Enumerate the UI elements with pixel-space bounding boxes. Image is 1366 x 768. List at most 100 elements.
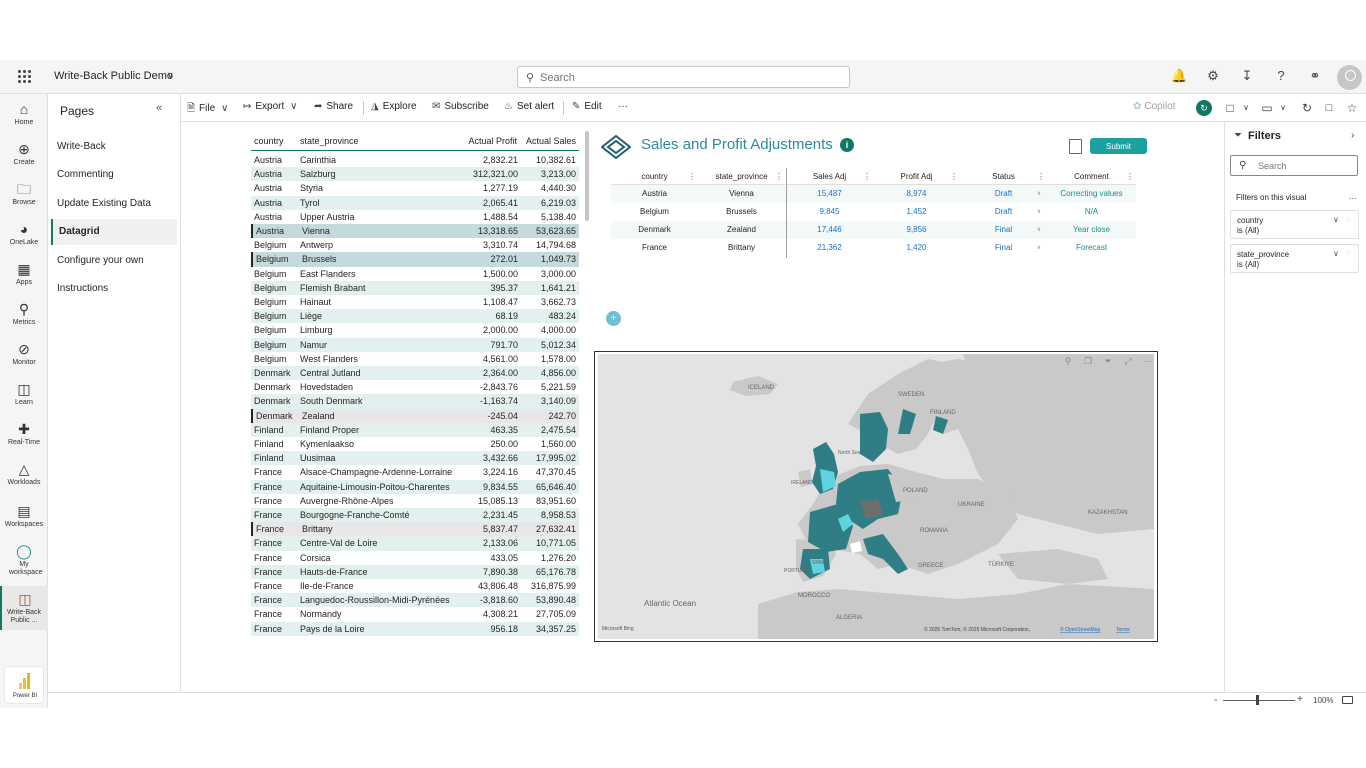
- more-options-icon[interactable]: ...: [1349, 191, 1357, 201]
- column-header-profit-adj[interactable]: Profit Adj ⋮: [873, 168, 960, 185]
- table-row[interactable]: France Bourgogne-Franche-Comté 2,231.45 8,9…: [251, 508, 579, 523]
- table-row[interactable]: Denmark South Denmark -1,163.74 3,140.09: [251, 394, 579, 409]
- rail-item-apps[interactable]: ▦ Apps: [0, 260, 48, 287]
- rail-item-onelake[interactable]: ◕ OneLake: [0, 220, 48, 247]
- table-row[interactable]: France Brittany 5,837.47 27,632.41: [251, 522, 579, 537]
- table-row[interactable]: Finland Kymenlaakso 250.00 1,560.00: [251, 437, 579, 451]
- column-header-state-province[interactable]: state_province: [300, 136, 359, 146]
- table-row[interactable]: Austria Styria 1,277.19 4,440.30: [251, 181, 579, 195]
- table-row[interactable]: France Ile-de-France 43,806.48 316,875.99: [251, 579, 579, 593]
- table-row[interactable]: Belgium Liège 68.19 483.24: [251, 309, 579, 324]
- table-row[interactable]: France Hauts-de-France 7,890.38 65,176.78: [251, 564, 579, 579]
- report-title[interactable]: Write-Back Public Demo: [54, 70, 173, 82]
- collapse-filters-icon[interactable]: ›: [1351, 130, 1354, 141]
- table-row[interactable]: France Alsace-Champagne-Ardenne-Lorraine 3…: [251, 465, 579, 479]
- search-input[interactable]: [540, 70, 840, 85]
- table-row[interactable]: France Pays de la Loire 956.18 34,357.25: [251, 621, 579, 636]
- info-icon[interactable]: i: [840, 138, 854, 152]
- table-row[interactable]: Finland Finland Proper 463.35 2,475.54: [251, 422, 579, 437]
- page-tab-datagrid[interactable]: Datagrid: [51, 219, 177, 245]
- table-row[interactable]: Austria Carinthia 2,832.21 10,382.61: [251, 153, 579, 167]
- export-menu[interactable]: ↦ Export ∨: [243, 101, 301, 112]
- rail-item-create[interactable]: ⊕ Create: [0, 140, 48, 167]
- settings-icon[interactable]: ⚙: [1205, 68, 1221, 84]
- chevron-down-icon[interactable]: ∨: [167, 70, 174, 81]
- copilot-button[interactable]: ✿ Copilot: [1133, 101, 1176, 112]
- table-row[interactable]: Denmark Zealand -245.04 242.70: [251, 408, 579, 423]
- cell-sales-adj[interactable]: 21,362: [786, 239, 873, 257]
- help-icon[interactable]: ?: [1273, 68, 1289, 84]
- table-scrollbar[interactable]: [585, 131, 589, 221]
- more-options-icon[interactable]: ⋯: [1142, 355, 1154, 367]
- rail-item-real-time[interactable]: ✚ Real-Time: [0, 420, 48, 447]
- filter-search[interactable]: ⚲: [1230, 155, 1358, 176]
- page-tab-commenting[interactable]: Commenting: [51, 162, 177, 188]
- page-tab-instructions[interactable]: Instructions: [51, 276, 177, 302]
- sales-data-table[interactable]: country state_province Actual Profit Act…: [251, 131, 579, 637]
- chevron-down-icon[interactable]: ∨: [1333, 215, 1339, 224]
- table-row[interactable]: Denmark Hovedstaden -2,843.76 5,221.59: [251, 380, 579, 394]
- table-row[interactable]: Austria Vienna 13,318.65 53,623.65: [251, 224, 579, 239]
- eraser-icon[interactable]: ♢: [1345, 249, 1352, 258]
- column-header-comment[interactable]: Comment ⋮: [1047, 168, 1136, 185]
- add-row-button[interactable]: +: [606, 311, 621, 326]
- column-menu-icon[interactable]: ⋮: [950, 168, 958, 185]
- rail-item-browse[interactable]: 🗀 Browse: [0, 180, 48, 207]
- cell-status[interactable]: Final ∨: [960, 221, 1047, 239]
- table-row[interactable]: France Normandy 4,308.21 27,705.09: [251, 607, 579, 621]
- bell-icon[interactable]: 🔔: [1171, 68, 1187, 84]
- zoom-out-button[interactable]: -: [1214, 695, 1217, 706]
- adjustments-table[interactable]: country ⋮ state_province ⋮ Sales Adj ⋮ Prof…: [611, 168, 1136, 258]
- refresh-icon[interactable]: ↻: [1196, 100, 1212, 116]
- table-row[interactable]: France Aquitaine-Limousin-Poitou-Charente…: [251, 479, 579, 494]
- table-row[interactable]: France Corsica 433.05 1,276.20: [251, 551, 579, 565]
- cell-status[interactable]: Final ∨: [960, 239, 1047, 257]
- zoom-slider-thumb[interactable]: [1256, 695, 1259, 705]
- filter-card-state-province[interactable]: state_province is (All) ∨ ♢: [1230, 244, 1359, 273]
- filter-search-input[interactable]: [1258, 160, 1353, 172]
- power-bi-logo[interactable]: Power BI: [4, 666, 44, 704]
- table-row[interactable]: Austria Tyrol 2,065.41 6,219.03: [251, 195, 579, 210]
- column-header-actual-profit[interactable]: Actual Profit: [468, 136, 517, 146]
- table-row[interactable]: France Languedoc-Roussillon-Midi-Pyrénées…: [251, 593, 579, 608]
- openstreetmap-link[interactable]: © OpenStreetMap: [1060, 626, 1101, 633]
- column-header-status[interactable]: Status ⋮: [960, 168, 1047, 185]
- page-tab-update-existing-data[interactable]: Update Existing Data: [51, 191, 177, 217]
- submit-button[interactable]: Submit: [1090, 138, 1147, 154]
- status-dropdown-icon[interactable]: ∨: [1037, 239, 1041, 257]
- table-row[interactable]: France Centre-Val de Loire 2,133.06 10,771.…: [251, 536, 579, 551]
- rail-item-monitor[interactable]: ⊘ Monitor: [0, 340, 48, 367]
- focus-mode-icon[interactable]: ⤢: [1122, 355, 1134, 367]
- app-launcher-icon[interactable]: [18, 70, 31, 83]
- filter-icon[interactable]: ⏷: [1102, 355, 1114, 367]
- table-row[interactable]: Belgium Namur 791.70 5,012.34: [251, 337, 579, 352]
- collapse-icon[interactable]: «: [156, 102, 162, 114]
- column-header-actual-sales[interactable]: Actual Sales: [526, 136, 576, 146]
- download-icon[interactable]: ↧: [1239, 68, 1255, 84]
- subscribe-button[interactable]: ✉ Subscribe: [432, 101, 489, 112]
- column-menu-icon[interactable]: ⋮: [1126, 168, 1134, 185]
- column-header-state-province[interactable]: state_province ⋮: [698, 168, 785, 185]
- table-row[interactable]: France Auvergne-Rhône-Alpes 15,085.13 83,95…: [251, 494, 579, 508]
- column-menu-icon[interactable]: ⋮: [863, 168, 871, 185]
- cell-sales-adj[interactable]: 17,446: [786, 221, 873, 239]
- set-alert-button[interactable]: ♨ Set alert: [504, 101, 554, 112]
- explore-button[interactable]: ◮ Explore: [371, 101, 417, 112]
- filter-card-country[interactable]: country is (All) ∨ ♢: [1230, 210, 1359, 239]
- status-dropdown-icon[interactable]: ∨: [1037, 203, 1041, 221]
- terms-link[interactable]: Terms: [1116, 627, 1130, 633]
- cell-sales-adj[interactable]: 15,487: [786, 185, 873, 203]
- cell-status[interactable]: Draft ∨: [960, 185, 1047, 203]
- adjustment-row[interactable]: Denmark Zealand 17,446 9,856 Final ∨ Year clos…: [611, 221, 1136, 239]
- adjustment-row[interactable]: Belgium Brussels 9,845 1,452 Draft ∨ N/A: [611, 203, 1136, 221]
- page-tab-configure-your-own[interactable]: Configure your own: [51, 248, 177, 274]
- table-row[interactable]: Denmark Central Jutland 2,364.00 4,856.00: [251, 366, 579, 381]
- table-row[interactable]: Belgium Antwerp 3,310.74 14,794.68: [251, 238, 579, 252]
- column-menu-icon[interactable]: ⋮: [775, 168, 783, 185]
- status-dropdown-icon[interactable]: ∨: [1037, 185, 1041, 203]
- europe-filled-map[interactable]: ICELAND SWEDEN FINLAND North Sea IRELAND…: [598, 354, 1154, 639]
- more-options-button[interactable]: ···: [618, 101, 628, 112]
- view-icon[interactable]: ▭: [1259, 100, 1275, 116]
- chevron-down-icon[interactable]: ∨: [1275, 100, 1291, 116]
- table-row[interactable]: Austria Upper Austria 1,488.54 5,138.40: [251, 210, 579, 224]
